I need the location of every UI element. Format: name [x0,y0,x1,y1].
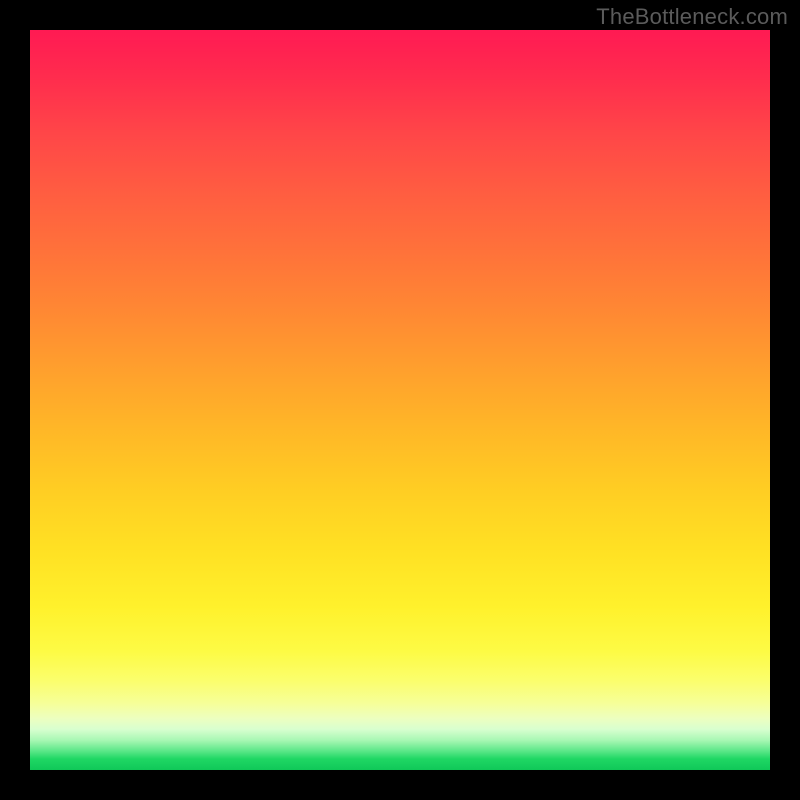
chart-frame [30,30,770,770]
chart-plot-area [30,30,770,770]
watermark-label: TheBottleneck.com [596,4,788,30]
heatmap-gradient-background [30,30,770,770]
